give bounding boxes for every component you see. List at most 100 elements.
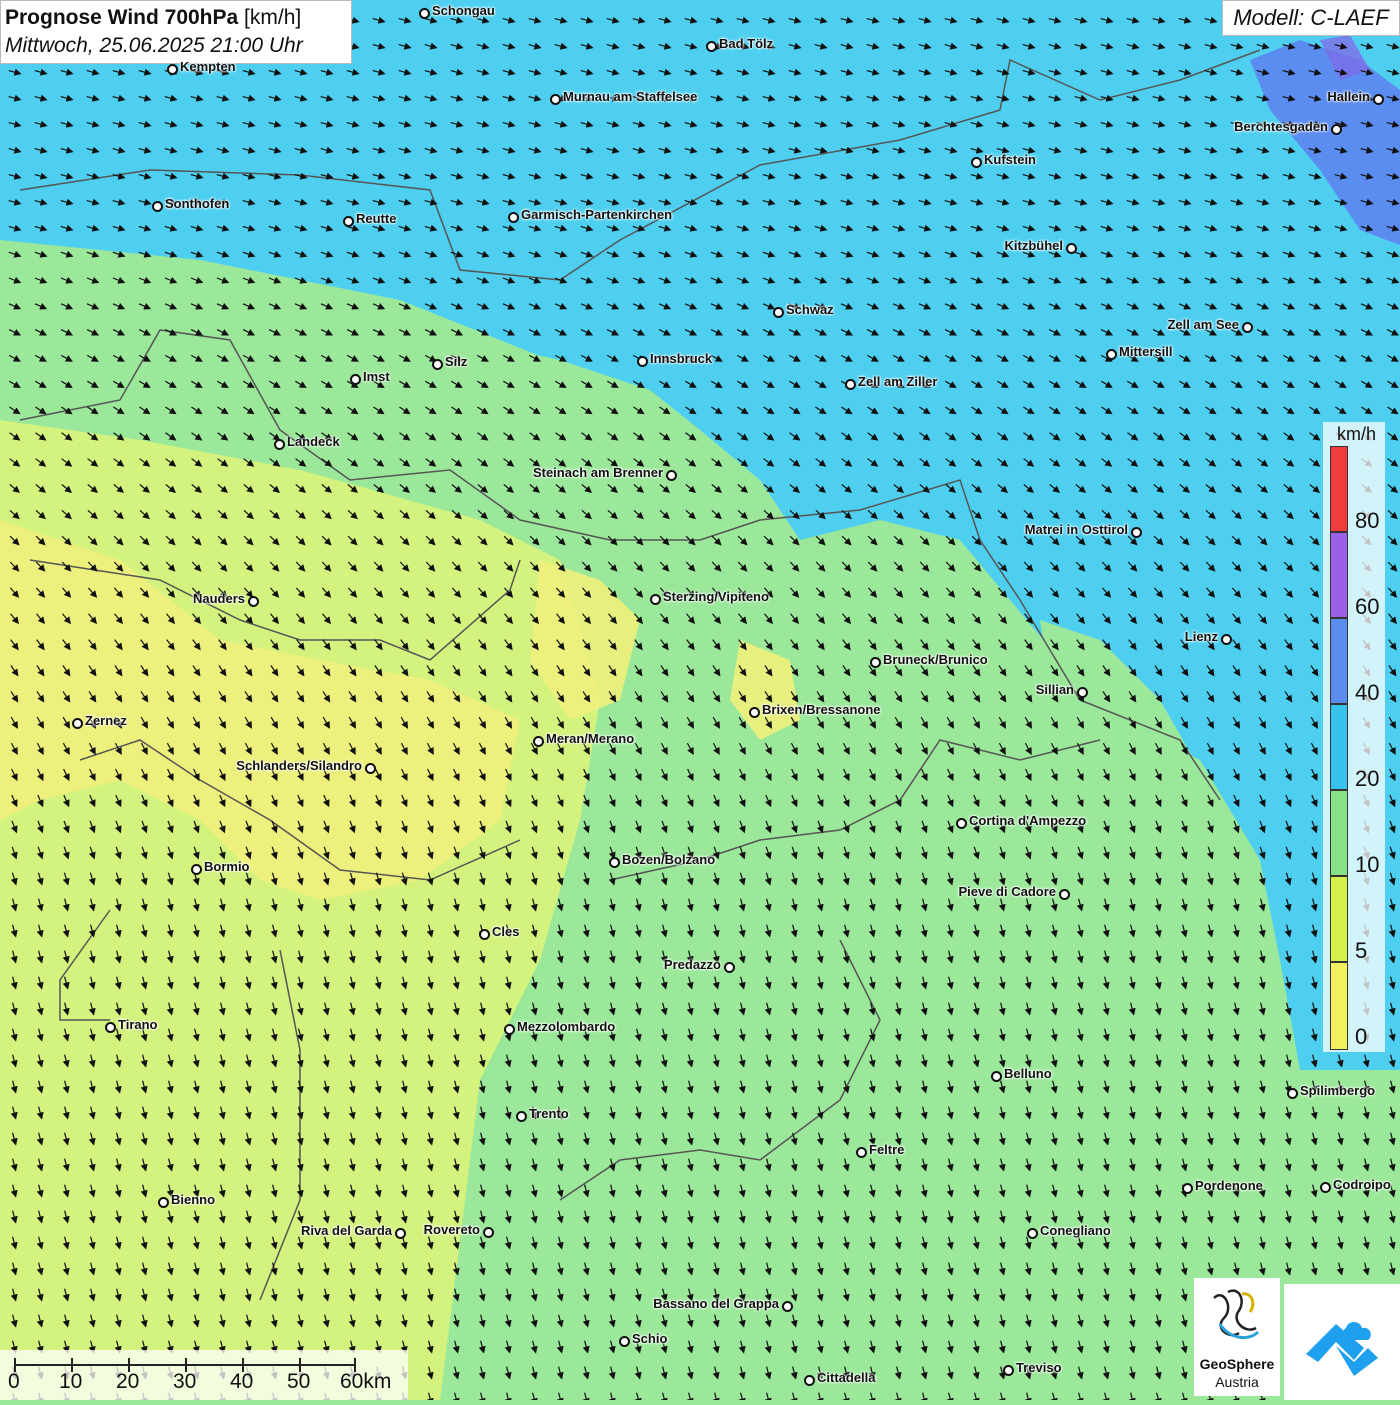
city-marker (1221, 634, 1232, 645)
city-label: Bormio (204, 859, 250, 874)
city-label: Schongau (432, 3, 495, 18)
city-label: Brixen/Bressanone (762, 702, 881, 717)
city-marker (533, 736, 544, 747)
city-marker (666, 470, 677, 481)
city-label: Meran/Merano (546, 731, 635, 746)
city-marker (609, 857, 620, 868)
city-label: Steinach am Brenner (532, 465, 663, 480)
city-label: Silz (445, 354, 468, 369)
legend-tick: 0 (1355, 1024, 1368, 1049)
city-marker (845, 379, 856, 390)
city-marker (650, 594, 661, 605)
legend-yellow (1330, 962, 1348, 1050)
city-label: Schwaz (786, 302, 834, 317)
city-marker (971, 157, 982, 168)
city-label: Imst (363, 369, 390, 384)
legend-cyan (1330, 704, 1348, 790)
city-label: Cortina d'Ampezzo (969, 813, 1087, 828)
city-marker (343, 216, 354, 227)
city-label: Bad Tölz (719, 36, 774, 51)
city-label: Codroipo (1333, 1177, 1391, 1192)
city-label: Cles (492, 924, 520, 939)
city-marker (191, 864, 202, 875)
city-marker (152, 201, 163, 212)
city-label: Sonthofen (165, 196, 230, 211)
city-label: Landeck (287, 434, 340, 449)
scale-label: 60km (340, 1370, 392, 1393)
legend-red (1330, 446, 1348, 532)
city-label: Trento (529, 1106, 569, 1121)
city-label: Conegliano (1040, 1223, 1111, 1238)
city-marker (1066, 243, 1077, 254)
city-marker (105, 1022, 116, 1033)
city-label: Pordenone (1195, 1178, 1263, 1193)
city-marker (749, 707, 760, 718)
city-label: Hallein (1327, 89, 1370, 104)
city-marker (956, 818, 967, 829)
city-marker (419, 8, 430, 19)
legend-lime (1330, 876, 1348, 962)
city-label: Kufstein (984, 152, 1036, 167)
city-marker (1077, 687, 1088, 698)
city-marker (1320, 1182, 1331, 1193)
city-label: Kitzbühel (1004, 238, 1064, 253)
model-label: Modell: C-LAEF (1222, 0, 1400, 36)
city-marker (395, 1228, 406, 1239)
city-marker (773, 307, 784, 318)
weather-app-logo (1284, 1284, 1400, 1400)
city-marker (619, 1336, 630, 1347)
city-marker (1331, 124, 1342, 135)
city-marker (248, 596, 259, 607)
city-label: Bruneck/Brunico (883, 652, 988, 667)
legend-tick: 40 (1355, 680, 1380, 705)
city-label: Mezzolombardo (517, 1019, 616, 1034)
city-marker (856, 1147, 867, 1158)
city-marker (479, 929, 490, 940)
geosphere-logo: GeoSphere Austria (1194, 1278, 1280, 1396)
geosphere-swirl-icon (1213, 1289, 1260, 1340)
forecast-time: Mittwoch, 25.06.2025 21:00 Uhr (5, 34, 303, 57)
city-label: Belluno (1004, 1066, 1052, 1081)
city-marker (1003, 1365, 1014, 1376)
city-label: Pieve di Cadore (958, 884, 1056, 899)
city-label: Mittersill (1119, 344, 1173, 359)
city-marker (1027, 1228, 1038, 1239)
city-marker (550, 94, 561, 105)
city-marker (1242, 322, 1253, 333)
city-label: Bozen/Bolzano (622, 852, 716, 867)
city-label: Kempten (180, 59, 236, 74)
city-marker (1373, 94, 1384, 105)
city-marker (782, 1301, 793, 1312)
color-legend: km/h 80 60 40 20 10 5 0 (1323, 422, 1385, 1052)
city-label: Zell am See (1167, 317, 1239, 332)
city-label: Feltre (869, 1142, 905, 1157)
city-marker (350, 374, 361, 385)
city-marker (637, 356, 648, 367)
city-label: Spilimbergo (1300, 1083, 1376, 1098)
city-label: Garmisch-Partenkirchen (521, 207, 673, 222)
city-label: Cittadella (817, 1370, 876, 1385)
city-marker (870, 657, 881, 668)
city-label: Schlanders/Silandro (236, 758, 362, 773)
legend-unit: km/h (1337, 424, 1377, 444)
city-marker (1287, 1088, 1298, 1099)
city-label: Zell am Ziller (858, 374, 938, 389)
city-marker (991, 1071, 1002, 1082)
city-label: Schio (632, 1331, 668, 1346)
city-label: Sillian (1035, 682, 1074, 697)
city-marker (483, 1227, 494, 1238)
city-marker (1106, 349, 1117, 360)
city-label: Nauders (192, 591, 245, 606)
city-label: Sterzing/Vipiteno (663, 589, 769, 604)
legend-tick: 10 (1355, 852, 1380, 877)
city-marker (508, 212, 519, 223)
title-unit: [km/h] (244, 6, 302, 29)
austria-text: Austria (1215, 1374, 1259, 1390)
scale-label: 0 (8, 1370, 20, 1393)
city-marker (158, 1197, 169, 1208)
scale-label: 30 (173, 1370, 197, 1393)
city-label: Treviso (1016, 1360, 1062, 1375)
scale-label: 10 (59, 1370, 83, 1393)
city-label: Zernez (85, 713, 127, 728)
city-label: Reutte (356, 211, 397, 226)
